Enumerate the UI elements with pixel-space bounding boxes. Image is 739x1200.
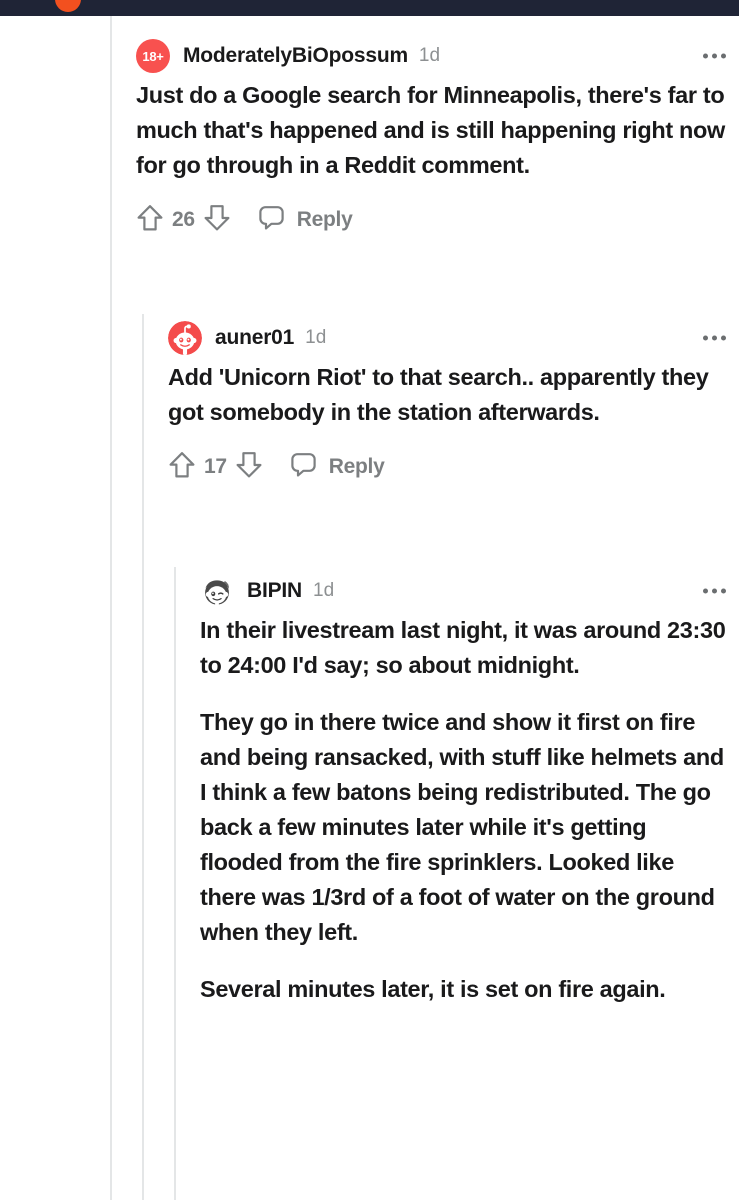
overflow-menu-icon[interactable] [701, 46, 728, 67]
comment-bubble-icon [257, 204, 286, 237]
avatar-nsfw-badge-icon[interactable]: 18+ [136, 39, 170, 73]
comment-author-link[interactable]: ModeratelyBiOpossum [183, 44, 408, 68]
overflow-menu-icon[interactable] [701, 328, 728, 349]
comment-paragraph: They go in there twice and show it first… [200, 709, 724, 945]
comment-3: BIPIN 1d In their livestream last night,… [200, 571, 728, 1007]
comment-body: Just do a Google search for Minneapolis,… [136, 78, 728, 183]
upvote-arrow-icon[interactable] [168, 450, 196, 485]
comment-timestamp: 1d [418, 45, 441, 66]
comment-paragraph: Add 'Unicorn Riot' to that search.. appa… [168, 364, 709, 425]
avatar-snoo-red-icon[interactable] [168, 321, 202, 355]
vote-score: 26 [172, 208, 195, 231]
reply-label: Reply [328, 455, 385, 478]
comment-header: 18+ ModeratelyBiOpossum 1d [136, 36, 728, 76]
comment-author-link[interactable]: BIPIN [247, 579, 302, 603]
comment-actions: 26 Reply [136, 202, 728, 238]
comment-bubble-icon [289, 451, 318, 484]
top-status-bar [0, 0, 739, 16]
avatar-label: 18+ [142, 48, 164, 64]
comment-actions: 17 Reply [168, 449, 728, 485]
reply-label: Reply [296, 208, 353, 231]
overflow-menu-icon[interactable] [701, 581, 728, 602]
comment-header: auner01 1d [168, 318, 728, 358]
vote-score: 17 [204, 455, 227, 478]
downvote-arrow-icon[interactable] [235, 450, 263, 485]
reply-button[interactable]: Reply [257, 204, 353, 237]
avatar-snoo-grey-icon[interactable] [200, 574, 234, 608]
comment-author-link[interactable]: auner01 [215, 326, 294, 350]
reply-button[interactable]: Reply [289, 451, 385, 484]
comment-timestamp: 1d [305, 327, 327, 348]
screenshot-root: 18+ ModeratelyBiOpossum 1d Just do a Goo… [0, 0, 739, 1200]
comment-paragraph: Several minutes later, it is set on fire… [200, 976, 666, 1002]
thread-rail-depth-0[interactable] [110, 16, 112, 1200]
comment-body: Add 'Unicorn Riot' to that search.. appa… [168, 360, 728, 430]
vote-group: 17 [168, 450, 263, 485]
upvote-arrow-icon[interactable] [136, 203, 164, 238]
comment-paragraph: In their livestream last night, it was a… [200, 617, 726, 678]
comment-1: 18+ ModeratelyBiOpossum 1d Just do a Goo… [136, 36, 728, 238]
vote-group: 26 [136, 203, 231, 238]
comment-header: BIPIN 1d [200, 571, 728, 611]
comment-paragraph: Just do a Google search for Minneapolis,… [136, 82, 725, 178]
comment-thread-feed: 18+ ModeratelyBiOpossum 1d Just do a Goo… [0, 16, 739, 1200]
thread-rail-depth-2[interactable] [174, 567, 176, 1200]
comment-2: auner01 1d Add 'Unicorn Riot' to that se… [168, 318, 728, 485]
thread-rail-depth-1[interactable] [142, 314, 144, 1200]
partial-orange-orb-icon [55, 0, 81, 12]
downvote-arrow-icon[interactable] [203, 203, 231, 238]
comment-body: In their livestream last night, it was a… [200, 613, 728, 1007]
comment-timestamp: 1d [313, 580, 335, 601]
